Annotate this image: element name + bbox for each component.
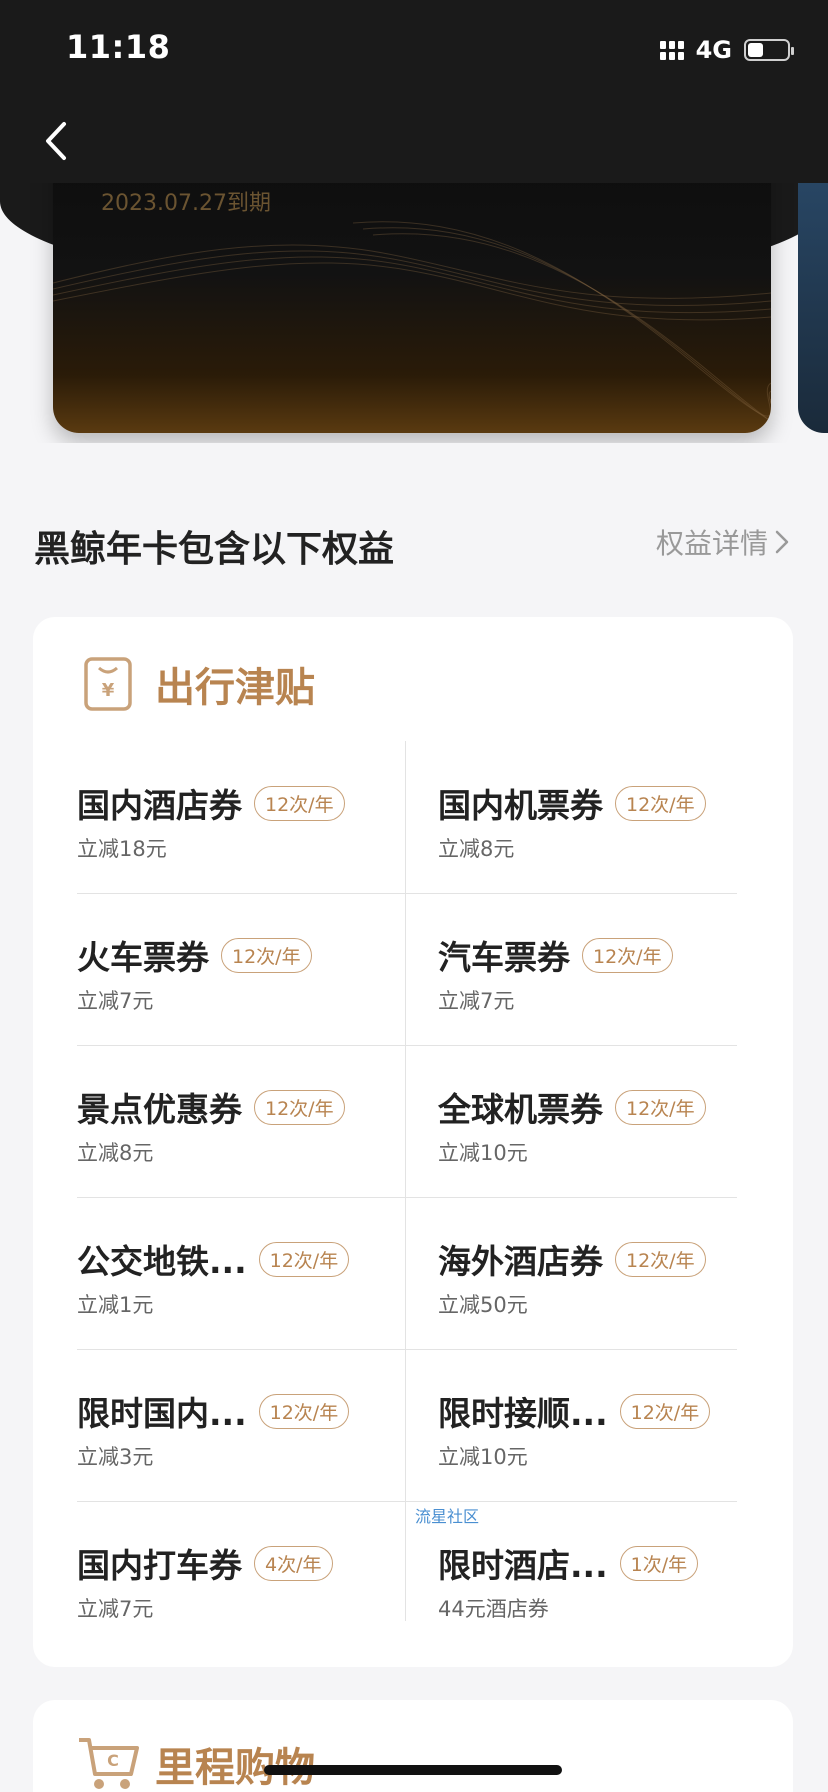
benefit-item[interactable]: 景点优惠券 12次/年立减8元 — [77, 1045, 407, 1197]
usage-limit-badge: 12次/年 — [221, 937, 312, 973]
benefit-name-row: 公交地铁... 12次/年 — [77, 1235, 350, 1283]
svg-text:C: C — [107, 1751, 119, 1770]
shopping-panel-title: 里程购物 — [155, 1745, 315, 1791]
usage-limit-badge: 12次/年 — [619, 1393, 711, 1429]
signal-icon — [659, 40, 684, 60]
panel-title: 出行津贴 — [155, 665, 315, 711]
home-indicator — [264, 1765, 562, 1775]
benefit-item[interactable]: 限时酒店... 1次/年 44元酒店券 — [438, 1501, 768, 1653]
row-divider — [77, 1045, 737, 1046]
benefit-item[interactable]: 海外酒店券 12次/年立减50元 — [438, 1197, 768, 1349]
benefit-description: 立减8元 — [438, 837, 515, 861]
benefit-name: 火车票券 — [77, 938, 209, 977]
benefit-name: 公交地铁... — [77, 1242, 247, 1281]
benefit-name: 国内酒店券 — [77, 786, 242, 825]
benefit-name: 限时国内... — [77, 1394, 247, 1433]
benefit-item[interactable]: 国内机票券 12次/年立减8元 — [438, 741, 768, 893]
usage-limit-badge: 12次/年 — [615, 1089, 706, 1125]
status-time: 11:18 — [66, 28, 171, 66]
cart-icon: C — [79, 1738, 139, 1789]
row-divider — [77, 1501, 737, 1502]
benefit-description: 立减3元 — [77, 1445, 154, 1469]
benefit-description: 立减50元 — [438, 1293, 528, 1317]
usage-limit-badge: 12次/年 — [254, 785, 345, 821]
usage-limit-badge: 12次/年 — [615, 785, 706, 821]
benefit-description: 立减8元 — [77, 1141, 154, 1165]
back-button[interactable] — [38, 116, 78, 166]
membership-card-carousel[interactable]: 2023.07.27到期 — [0, 183, 828, 443]
benefits-section-header: 黑鲸年卡包含以下权益 权益详情 — [34, 520, 794, 570]
watermark: 流星社区 — [415, 1507, 480, 1526]
benefit-item[interactable]: 国内酒店券 12次/年立减18元 — [77, 741, 407, 893]
benefit-name-row: 国内机票券 12次/年 — [438, 779, 706, 827]
benefit-description: 立减10元 — [438, 1445, 528, 1469]
benefit-name: 国内打车券 — [77, 1546, 242, 1585]
benefit-item[interactable]: 限时接顺... 12次/年立减10元 — [438, 1349, 768, 1501]
battery-level — [748, 43, 763, 57]
benefit-description: 立减7元 — [77, 1597, 154, 1621]
benefit-name: 全球机票券 — [438, 1090, 603, 1129]
row-divider — [77, 893, 737, 894]
benefit-description: 立减7元 — [77, 989, 154, 1013]
shopping-panel-header: C 里程购物 — [77, 1734, 315, 1792]
benefit-name: 景点优惠券 — [77, 1090, 242, 1129]
usage-limit-badge: 12次/年 — [582, 937, 673, 973]
usage-limit-badge: 12次/年 — [258, 1393, 350, 1429]
benefit-item[interactable]: 汽车票券 12次/年立减7元 — [438, 893, 768, 1045]
row-divider — [77, 1197, 737, 1198]
benefit-details-label: 权益详情 — [655, 527, 768, 560]
usage-limit-badge: 1次/年 — [619, 1545, 699, 1581]
section-title: 黑鲸年卡包含以下权益 — [34, 529, 395, 570]
travel-allowance-panel: ¥ 出行津贴 国内酒店券 12次/年 立减18元 国内机票券 12次/年 立减8元 火车票券… — [33, 617, 793, 1667]
benefit-details-link[interactable]: 权益详情 — [656, 522, 790, 562]
benefit-item[interactable]: 公交地铁... 12次/年立减1元 — [77, 1197, 407, 1349]
svg-text:¥: ¥ — [102, 680, 115, 701]
benefit-name: 限时接顺... — [438, 1394, 608, 1433]
voucher-icon: ¥ — [84, 657, 132, 711]
benefit-description: 立减1元 — [77, 1293, 154, 1317]
network-type: 4G — [695, 36, 732, 64]
benefit-name: 汽车票券 — [438, 938, 570, 977]
panel-header: ¥ 出行津贴 — [83, 655, 315, 713]
status-indicators: 4G — [659, 36, 794, 64]
chevron-right-icon — [775, 530, 789, 554]
benefit-name: 国内机票券 — [438, 786, 603, 825]
usage-limit-badge: 12次/年 — [254, 1089, 345, 1125]
benefit-item[interactable]: 火车票券 12次/年立减7元 — [77, 893, 407, 1045]
benefit-name-row: 国内打车券 4次/年 — [77, 1539, 333, 1587]
benefit-item[interactable]: 全球机票券 12次/年立减10元 — [438, 1045, 768, 1197]
benefit-name-row: 汽车票券 12次/年 — [438, 931, 673, 979]
next-card-peek[interactable] — [798, 183, 828, 433]
benefit-name-row: 限时酒店... 1次/年 — [438, 1539, 699, 1587]
usage-limit-badge: 4次/年 — [254, 1545, 333, 1581]
row-divider — [77, 1349, 737, 1350]
membership-card[interactable]: 2023.07.27到期 — [53, 183, 771, 433]
benefit-item[interactable]: 国内打车券 4次/年立减7元 — [77, 1501, 407, 1653]
benefit-name-row: 国内酒店券 12次/年 — [77, 779, 345, 827]
benefit-item[interactable]: 限时国内... 12次/年立减3元 — [77, 1349, 407, 1501]
benefit-name: 限时酒店... — [438, 1546, 608, 1585]
benefit-name-row: 火车票券 12次/年 — [77, 931, 312, 979]
benefit-name-row: 限时接顺... 12次/年 — [438, 1387, 711, 1435]
benefit-name-row: 限时国内... 12次/年 — [77, 1387, 350, 1435]
benefit-description: 44元酒店券 — [438, 1597, 549, 1621]
card-wave-decoration — [53, 221, 771, 422]
benefit-description: 立减7元 — [438, 989, 515, 1013]
status-bar: 11:18 4G — [0, 0, 828, 90]
benefit-description: 立减18元 — [77, 837, 167, 861]
benefit-name-row: 景点优惠券 12次/年 — [77, 1083, 345, 1131]
benefit-name: 海外酒店券 — [438, 1242, 603, 1281]
battery-icon — [744, 39, 794, 61]
benefit-description: 立减10元 — [438, 1141, 528, 1165]
shopping-panel: C 里程购物 — [33, 1700, 793, 1792]
benefit-name-row: 海外酒店券 12次/年 — [438, 1235, 706, 1283]
benefit-name-row: 全球机票券 12次/年 — [438, 1083, 706, 1131]
chevron-left-icon — [46, 122, 66, 160]
usage-limit-badge: 12次/年 — [258, 1241, 350, 1277]
usage-limit-badge: 12次/年 — [615, 1241, 706, 1277]
